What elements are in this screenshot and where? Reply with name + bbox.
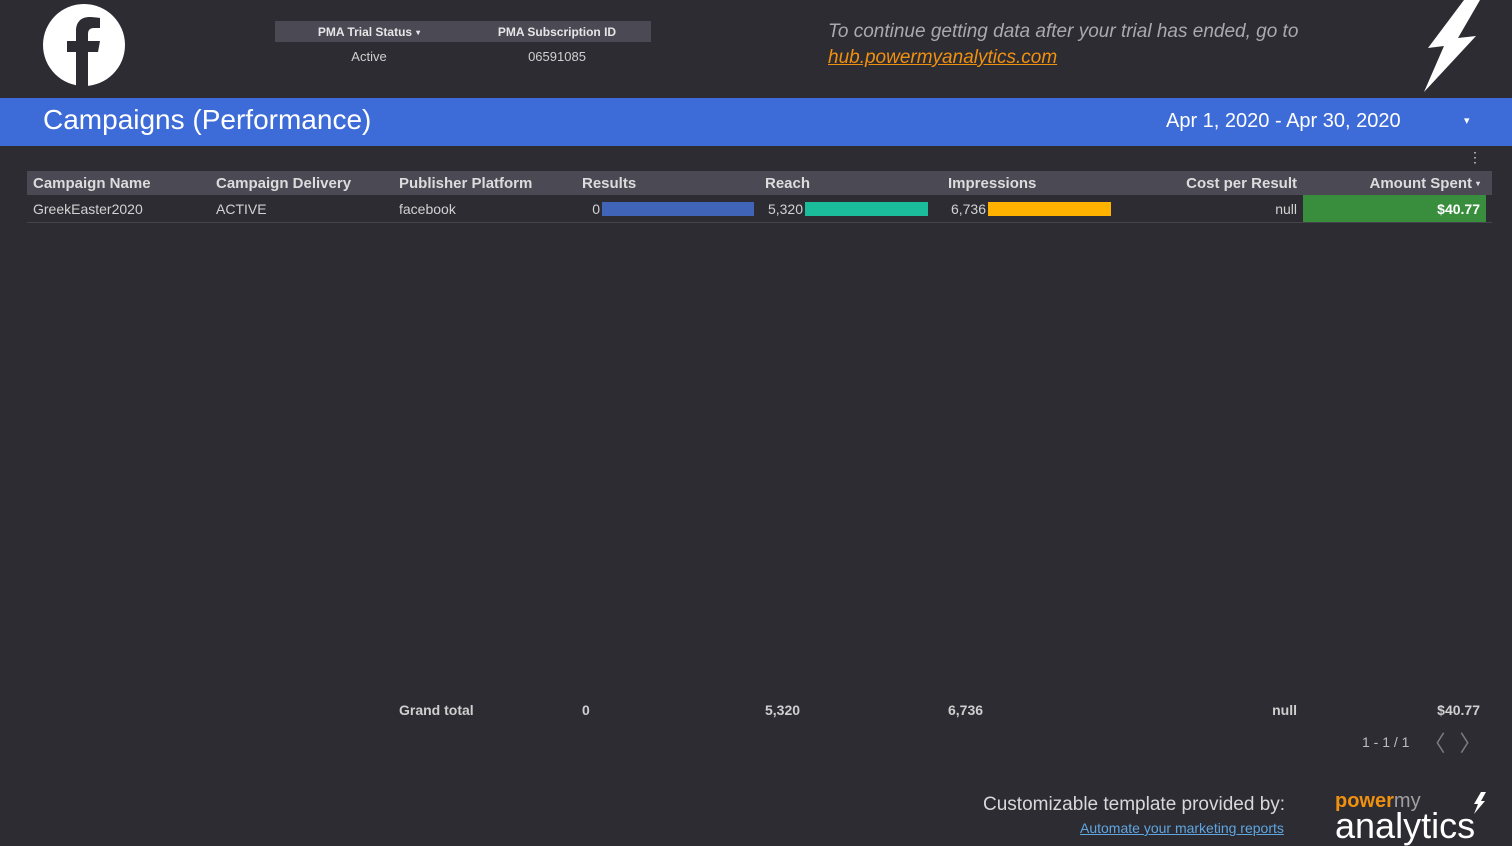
lightning-bolt-icon	[1474, 792, 1486, 814]
col-publisher-platform[interactable]: Publisher Platform	[393, 175, 576, 192]
impressions-bar	[988, 201, 1111, 216]
facebook-logo-icon	[43, 4, 125, 86]
brand-analytics: analytics	[1335, 805, 1476, 846]
results-bar	[602, 201, 754, 216]
col-results[interactable]: Results	[576, 175, 759, 192]
results-value: 0	[592, 200, 600, 217]
col-amount-spent[interactable]: Amount Spent ▾	[1303, 175, 1486, 192]
grand-total-label: Grand total	[399, 702, 474, 718]
lightning-bolt-icon	[1424, 0, 1480, 92]
grand-total-row: Grand total 0 5,320 6,736 null $40.77	[27, 702, 1492, 718]
col-impressions[interactable]: Impressions	[942, 175, 1125, 192]
trial-notice: To continue getting data after your tria…	[828, 19, 1298, 71]
col-campaign-name[interactable]: Campaign Name	[27, 175, 210, 192]
automate-reports-link[interactable]: Automate your marketing reports	[1080, 820, 1284, 836]
cell-results: 0	[576, 201, 759, 217]
page-banner: Campaigns (Performance) Apr 1, 2020 - Ap…	[0, 98, 1512, 146]
sort-caret-icon: ▾	[1475, 179, 1480, 189]
date-range-picker[interactable]: Apr 1, 2020 - Apr 30, 2020	[1166, 110, 1401, 133]
cell-reach: 5,320	[759, 201, 942, 217]
col-campaign-delivery[interactable]: Campaign Delivery	[210, 175, 393, 192]
total-reach: 5,320	[765, 702, 801, 718]
subscription-id-header[interactable]: PMA Subscription ID	[463, 25, 651, 39]
impressions-value: 6,736	[950, 200, 986, 217]
powermyanalytics-logo: powermy analytics	[1335, 790, 1486, 846]
hub-link[interactable]: hub.powermyanalytics.com	[828, 47, 1057, 68]
cell-impressions: 6,736	[942, 201, 1125, 217]
chevron-down-icon[interactable]: ▾	[1464, 114, 1470, 127]
cell-cost-per-result: null	[1275, 200, 1297, 217]
notice-text: To continue getting data after your tria…	[828, 21, 1299, 42]
total-impressions: 6,736	[948, 702, 984, 718]
credit-text: Customizable template provided by:	[983, 794, 1286, 815]
col-reach[interactable]: Reach	[759, 175, 942, 192]
table-menu-icon[interactable]: ⋮	[1468, 150, 1482, 164]
cell-campaign-name: GreekEaster2020	[33, 200, 143, 217]
page-indicator: 1 - 1 / 1	[1362, 734, 1410, 750]
prev-page-icon[interactable]: 〈	[1423, 726, 1445, 758]
reach-value: 5,320	[767, 200, 803, 217]
total-results: 0	[582, 702, 590, 718]
pagination: 1 - 1 / 1 〈 〉	[1362, 726, 1482, 758]
col-cost-per-result[interactable]: Cost per Result	[1125, 175, 1303, 192]
reach-bar	[805, 201, 928, 216]
campaigns-table: Campaign Name Campaign Delivery Publishe…	[27, 171, 1492, 223]
cell-platform: facebook	[399, 200, 456, 217]
page-title: Campaigns (Performance)	[43, 104, 372, 135]
pma-status-table: PMA Trial Status ▾ PMA Subscription ID Ac…	[275, 21, 651, 70]
trial-status-value: Active	[351, 48, 387, 64]
sort-caret-icon: ▾	[416, 27, 421, 37]
total-cost-per-result: null	[1272, 702, 1297, 718]
cell-delivery: ACTIVE	[216, 200, 267, 217]
table-header: Campaign Name Campaign Delivery Publishe…	[27, 171, 1492, 195]
trial-status-header[interactable]: PMA Trial Status ▾	[275, 25, 463, 39]
cell-amount-spent: $40.77	[1303, 195, 1486, 222]
total-amount-spent: $40.77	[1437, 702, 1480, 718]
table-row[interactable]: GreekEaster2020 ACTIVE facebook 0 5,320 …	[27, 195, 1492, 223]
subscription-id-value: 06591085	[528, 48, 586, 64]
next-page-icon[interactable]: 〉	[1459, 726, 1481, 758]
